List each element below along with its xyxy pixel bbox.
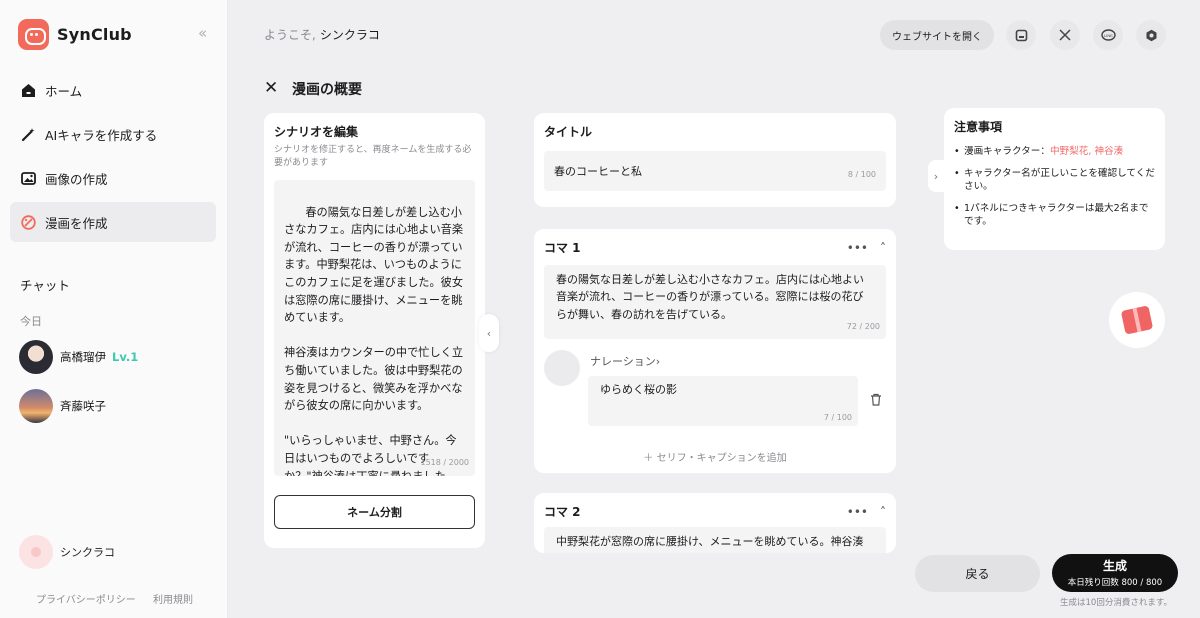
more-options-icon[interactable]: ••• <box>847 505 868 519</box>
sidebar-item-create-ai-chara[interactable]: AIキャラを作成する <box>10 114 216 154</box>
image-icon <box>20 170 36 186</box>
avatar <box>19 340 53 374</box>
generate-button[interactable]: 生成 本日残り回数 800 / 800 <box>1052 554 1178 592</box>
welcome-prefix: ようこそ, <box>264 28 316 42</box>
chevron-left-icon[interactable]: ‹ <box>479 314 499 352</box>
chat-section-header: チャット <box>20 278 70 293</box>
palette-icon <box>20 214 36 230</box>
scenario-text-value: 春の陽気な日差しが差し込む小さなカフェ。店内には心地よい音楽が流れ、コーヒーの香… <box>284 205 464 476</box>
synclub-logo-icon <box>18 19 49 50</box>
sidebar-item-label: 漫画を作成 <box>45 215 108 231</box>
character-names: 中野梨花, 神谷湊 <box>1049 146 1124 157</box>
panel-textarea[interactable]: 春の陽気な日差しが差し込む小さなカフェ。店内には心地よい音楽が流れ、コーヒーの香… <box>544 265 886 339</box>
sidebar-item-label: 画像の作成 <box>45 171 108 187</box>
title-value: 春のコーヒーと私 <box>554 165 642 178</box>
generate-label: 生成 <box>1102 559 1127 573</box>
trash-icon[interactable] <box>870 393 882 410</box>
logo[interactable]: SynClub <box>18 19 132 50</box>
sidebar-nav: ホーム AIキャラを作成する 画像の作成 漫画を作成 <box>10 70 216 246</box>
app-name: SynClub <box>57 25 132 44</box>
list-item: 漫画キャラクター：中野梨花, 神谷湊 <box>954 145 1155 158</box>
notes-title: 注意事項 <box>954 120 1003 134</box>
chevron-up-icon[interactable]: ˄ <box>880 241 886 255</box>
user-name: シンクラコ <box>60 546 115 559</box>
sidebar-item-label: AIキャラを作成する <box>45 127 158 143</box>
chevron-right-icon[interactable]: › <box>928 160 944 192</box>
svg-text:LINE: LINE <box>1104 32 1113 37</box>
user-profile[interactable]: シンクラコ <box>19 535 115 569</box>
panel-text-value: 春の陽気な日差しが差し込む小さなカフェ。店内には心地よい音楽が流れ、コーヒーの香… <box>556 273 864 321</box>
avatar <box>19 535 53 569</box>
open-website-button[interactable]: ウェブサイトを開く <box>880 20 994 50</box>
list-item: キャラクター名が正しいことを確認してください。 <box>954 167 1155 193</box>
line-icon[interactable]: LINE <box>1093 20 1123 50</box>
avatar <box>19 389 53 423</box>
narration-text-value: ゆらめく桜の影 <box>600 383 677 396</box>
notes-card: 注意事項 漫画キャラクター：中野梨花, 神谷湊 キャラクター名が正しいことを確認… <box>944 108 1165 250</box>
title-label: タイトル <box>544 125 593 139</box>
panel-label: コマ 1 <box>544 241 581 255</box>
today-label: 今日 <box>20 315 42 328</box>
sidebar-item-label: ホーム <box>45 83 83 99</box>
panel-card: コマ 2 ••• ˄ 中野梨花が窓際の席に腰掛け、メニューを眺めている。神谷湊 <box>534 493 896 553</box>
chat-item[interactable]: 高橋瑠伊 Lv.1 <box>19 340 138 374</box>
sidebar-item-create-image[interactable]: 画像の作成 <box>10 158 216 198</box>
settings-icon[interactable] <box>1136 20 1166 50</box>
collapse-sidebar-icon[interactable]: « <box>198 24 207 42</box>
gift-icon[interactable] <box>1109 292 1165 348</box>
narration-input[interactable]: ゆらめく桜の影 7 / 100 <box>588 376 858 426</box>
page-title: 漫画の概要 <box>292 82 362 98</box>
chat-item[interactable]: 斉藤咲子 <box>19 389 106 423</box>
x-icon[interactable] <box>1050 20 1080 50</box>
sidebar: SynClub « ホーム AIキャラを作成する 画像の作成 漫画を作成 チャッ… <box>0 0 228 618</box>
chevron-up-icon[interactable]: ˄ <box>880 505 886 519</box>
char-counter: 8 / 100 <box>847 170 876 179</box>
home-icon <box>20 82 36 98</box>
scenario-textarea[interactable]: 春の陽気な日差しが差し込む小さなカフェ。店内には心地よい音楽が流れ、コーヒーの香… <box>274 180 475 476</box>
discord-icon[interactable] <box>1006 20 1036 50</box>
main-content: ようこそ, シンクラコ ウェブサイトを開く LINE ✕ 漫画の概要 シナリオを編… <box>228 0 1200 618</box>
chat-name: 斉藤咲子 <box>60 399 106 413</box>
terms-link[interactable]: 利用規則 <box>153 595 193 606</box>
sidebar-item-home[interactable]: ホーム <box>10 70 216 110</box>
note-text: 1パネルにつきキャラクターは最大2名までです。 <box>964 203 1149 227</box>
more-options-icon[interactable]: ••• <box>847 241 868 255</box>
scenario-card: シナリオを編集 シナリオを修正すると、再度ネームを生成する必要があります 春の陽… <box>264 113 485 548</box>
panel-label: コマ 2 <box>544 505 581 519</box>
name-split-button[interactable]: ネーム分割 <box>274 495 475 529</box>
add-line-button[interactable]: ＋ セリフ・キャプションを追加 <box>534 449 896 464</box>
note-text: 漫画キャラクター： <box>964 146 1050 157</box>
note-text: キャラクター名が正しいことを確認してください。 <box>964 168 1155 192</box>
back-button[interactable]: 戻る <box>915 555 1040 592</box>
char-counter: 7 / 100 <box>823 413 852 422</box>
footer-links: プライバシーポリシー 利用規則 <box>36 591 207 606</box>
char-counter: 1518 / 2000 <box>420 458 470 468</box>
title-card: タイトル 春のコーヒーと私 8 / 100 <box>534 113 896 207</box>
chat-name: 高橋瑠伊 <box>60 350 106 364</box>
list-item: 1パネルにつきキャラクターは最大2名までです。 <box>954 202 1155 228</box>
privacy-policy-link[interactable]: プライバシーポリシー <box>36 595 136 606</box>
panel-textarea[interactable]: 中野梨花が窓際の席に腰掛け、メニューを眺めている。神谷湊 <box>544 527 886 553</box>
notes-list: 漫画キャラクター：中野梨花, 神谷湊 キャラクター名が正しいことを確認してくださ… <box>954 145 1155 228</box>
panel-text-value: 中野梨花が窓際の席に腰掛け、メニューを眺めている。神谷湊 <box>556 535 864 548</box>
sidebar-item-create-manga[interactable]: 漫画を作成 <box>10 202 216 242</box>
level-badge: Lv.1 <box>112 350 139 364</box>
welcome-user-name: シンクラコ <box>319 28 380 42</box>
scenario-hint: シナリオを修正すると、再度ネームを生成する必要があります <box>274 145 472 168</box>
close-icon[interactable]: ✕ <box>264 78 278 98</box>
scenario-title: シナリオを編集 <box>274 125 359 139</box>
title-input[interactable]: 春のコーヒーと私 8 / 100 <box>544 151 886 191</box>
welcome-text: ようこそ, シンクラコ <box>264 26 380 43</box>
char-counter: 72 / 200 <box>846 321 880 331</box>
narration-avatar-icon <box>544 350 580 386</box>
remaining-count: 本日残り回数 800 / 800 <box>1067 578 1163 588</box>
panel-card: コマ 1 ••• ˄ 春の陽気な日差しが差し込む小さなカフェ。店内には心地よい音… <box>534 229 896 473</box>
narration-dropdown[interactable]: ナレーション› <box>590 353 660 369</box>
generate-note: 生成は10回分消費されます。 <box>1060 598 1172 608</box>
magic-wand-icon <box>20 126 36 142</box>
